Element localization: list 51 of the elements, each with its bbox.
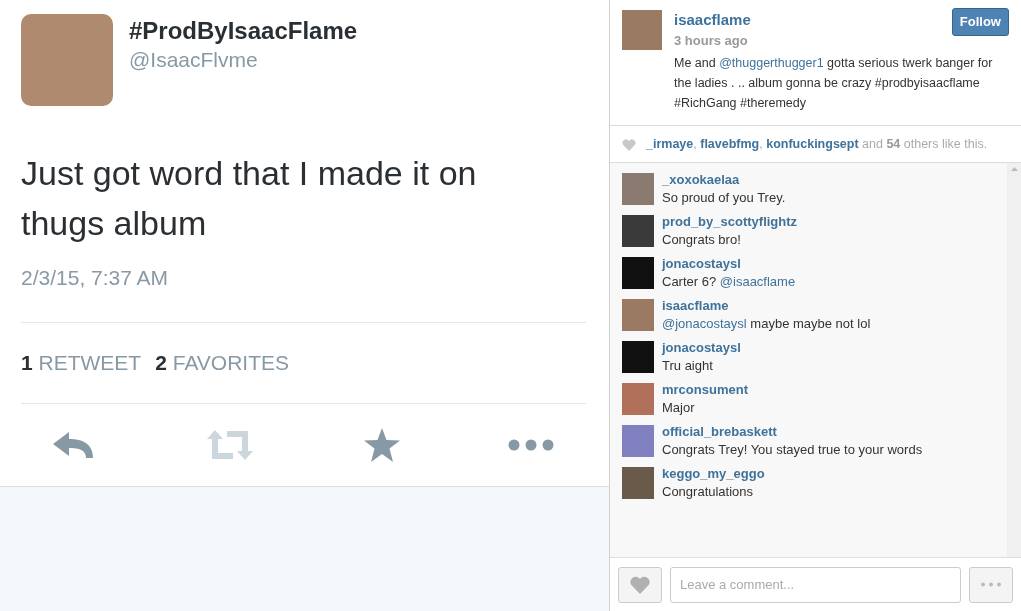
avatar-photo-placeholder [622, 341, 654, 373]
comment-text: Major [662, 399, 696, 417]
dots-icon [980, 582, 1002, 587]
tweet-timestamp: 2/3/15, 7:37 AM [21, 265, 170, 291]
username-link[interactable]: jonacostaysl [662, 339, 741, 357]
comment-text: Carter 6? @isaacflame [662, 273, 796, 291]
follow-button[interactable]: Follow [951, 8, 1009, 36]
username-link[interactable]: konfuckingsept [766, 137, 859, 151]
like-button[interactable] [618, 566, 662, 603]
username-link[interactable]: jonacostaysl [662, 255, 796, 273]
more-options-button[interactable] [969, 566, 1013, 603]
comment-text: Tru aight [662, 357, 714, 375]
avatar-photo-placeholder [622, 215, 654, 247]
avatar-photo-placeholder [622, 425, 654, 457]
heart-icon [629, 575, 651, 594]
heart-icon [622, 139, 636, 151]
comment-text: So proud of you Trey. [662, 189, 786, 207]
post-time: 3 hours ago [674, 32, 749, 50]
avatar-photo-placeholder [622, 10, 662, 50]
comment-text: Congrats Trey! You stayed true to your words [662, 441, 923, 459]
scroll-up-icon[interactable] [1010, 167, 1018, 171]
avatar-photo-placeholder [622, 467, 654, 499]
mention-link[interactable]: @isaacflame [719, 274, 796, 289]
user-handle: @IsaacFlvme [129, 47, 259, 73]
more-icon[interactable] [508, 439, 554, 452]
username-link[interactable]: _xoxokaelaa [662, 171, 786, 189]
comment-input[interactable]: Leave a comment... [670, 566, 961, 603]
comment-text: @jonacostaysl maybe maybe not lol [662, 315, 871, 333]
stat-link[interactable]: 2 FAVORITES [155, 347, 289, 379]
avatar-photo-placeholder [622, 383, 654, 415]
tweet-text: Just got word that I made it on thugs album [21, 153, 478, 244]
username-link[interactable]: isaacflame [662, 297, 871, 315]
username-link[interactable]: isaacflame [674, 10, 751, 30]
stat-link[interactable]: 1 RETWEET [21, 347, 142, 379]
avatar-photo-placeholder [622, 257, 654, 289]
scrollbar[interactable] [1007, 163, 1021, 557]
display-name: #ProdByIsaacFlame [129, 16, 358, 46]
mention-link[interactable]: @jonacostaysl [662, 316, 747, 331]
username-link[interactable]: keggo_my_eggo [662, 465, 765, 483]
comment-text: Congratulations [662, 483, 755, 501]
likes-text: _irmaye, flavebfmg, konfuckingsept and 54 others like this. [646, 136, 988, 152]
retweet-icon[interactable] [205, 429, 256, 462]
comment-text: Congrats bro! [662, 231, 742, 249]
username-link[interactable]: prod_by_scottyflightz [662, 213, 798, 231]
avatar-photo-placeholder [622, 173, 654, 205]
username-link[interactable]: official_brebaskett [662, 423, 923, 441]
post-caption: Me and @thuggerthugger1 gotta serious twerk banger for the ladies . .. album gonna be crazy #prodbyisaacflame #RichGang #theremedy [674, 55, 994, 112]
mention-link[interactable]: @thuggerthugger1 [719, 56, 824, 70]
username-link[interactable]: mrconsument [662, 381, 748, 399]
star-icon[interactable] [363, 428, 400, 463]
avatar-photo-placeholder [622, 299, 654, 331]
